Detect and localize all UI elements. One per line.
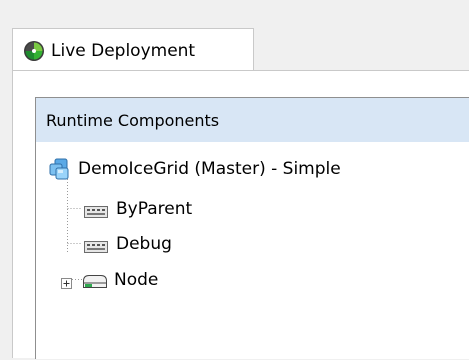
tab-live-deployment[interactable]: Live Deployment xyxy=(12,28,254,72)
panel-title: Runtime Components xyxy=(36,98,469,142)
application-icon xyxy=(84,238,108,253)
application-icon xyxy=(84,203,108,218)
runtime-components-tree[interactable]: DemoIceGrid (Master) - Simple ByParent D… xyxy=(36,142,469,360)
node-icon xyxy=(82,273,108,288)
icegrid-registry-icon xyxy=(48,158,70,180)
tree-item-debug[interactable]: Debug xyxy=(84,227,172,261)
tree-item-label: Node xyxy=(114,270,159,290)
tree-root-label: DemoIceGrid (Master) - Simple xyxy=(78,159,341,179)
tree-item-node[interactable]: Node xyxy=(82,263,158,297)
expand-plus-icon[interactable] xyxy=(61,274,72,289)
tree-root-item[interactable]: DemoIceGrid (Master) - Simple xyxy=(48,152,341,186)
runtime-components-panel: Runtime Components DemoIceGrid (Master) … xyxy=(35,97,469,359)
tab-page: Runtime Components DemoIceGrid (Master) … xyxy=(12,70,469,359)
tab-bar: Live Deployment xyxy=(0,0,469,72)
tree-item-label: Debug xyxy=(116,234,172,254)
tab-label: Live Deployment xyxy=(51,40,196,61)
tree-item-byparent[interactable]: ByParent xyxy=(84,192,192,226)
tree-item-label: ByParent xyxy=(116,199,193,219)
live-deployment-icon xyxy=(23,40,45,62)
